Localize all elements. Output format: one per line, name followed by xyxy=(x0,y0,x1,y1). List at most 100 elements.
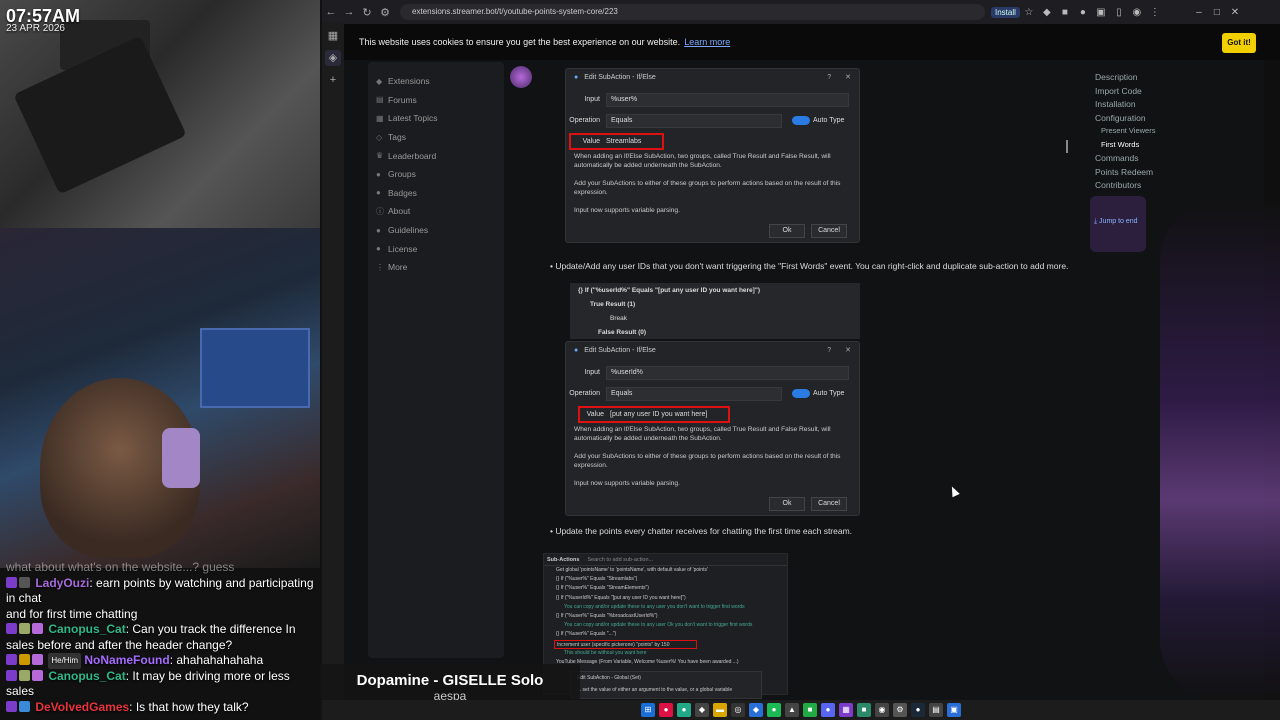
toc-item-import-code[interactable]: Import Code xyxy=(1066,86,1256,100)
sidebar-item-forums[interactable]: ▤ Forums xyxy=(376,91,504,110)
tree-false-result[interactable]: False Result (0) xyxy=(570,325,860,339)
chat-message: Canopus_Cat: Can you track the differenc… xyxy=(6,622,296,652)
sidebar-item-guidelines[interactable]: ● Guidelines xyxy=(376,221,504,240)
subaction-row[interactable]: YouTube Message (From Variable, Welcome … xyxy=(544,658,787,667)
subaction-comment[interactable]: This should be without you want here xyxy=(544,649,787,658)
tree-break[interactable]: Break xyxy=(570,311,860,325)
toc-item-commands[interactable]: Commands xyxy=(1066,153,1256,167)
subaction-row[interactable]: {} If ("%user%" Equals "...") xyxy=(544,630,787,639)
extension-icon[interactable]: ◆ xyxy=(1038,7,1056,18)
app-icon[interactable]: ■ xyxy=(857,703,871,717)
maximize-icon[interactable]: □ xyxy=(1208,7,1226,18)
forward-icon[interactable]: → xyxy=(340,6,358,18)
menu-icon[interactable]: ⋮ xyxy=(1146,7,1164,18)
close-icon[interactable]: ✕ xyxy=(845,346,851,354)
jump-to-end-button[interactable]: ⤓ Jump to end xyxy=(1090,196,1146,252)
cancel-button[interactable]: Cancel xyxy=(811,224,847,238)
extensions-puzzle-icon[interactable]: ▣ xyxy=(1092,7,1110,18)
app-icon[interactable]: ▦ xyxy=(839,703,853,717)
extension-icon[interactable]: ■ xyxy=(1056,7,1074,18)
help-icon[interactable]: ? xyxy=(827,347,831,354)
toc-item-description[interactable]: Description xyxy=(1066,72,1256,86)
chat-username: DeVolvedGames xyxy=(35,699,130,714)
spotify-icon[interactable]: ● xyxy=(767,703,781,717)
input-field[interactable]: %user% xyxy=(606,92,849,107)
toc-item-present-viewers[interactable]: Present Viewers xyxy=(1066,126,1256,140)
discord-icon[interactable]: ● xyxy=(821,703,835,717)
add-icon[interactable]: + xyxy=(325,72,341,88)
subaction-row[interactable]: {} If ("%user%" Equals "StreamElements") xyxy=(544,584,787,593)
sidebar-item-leaderboard[interactable]: ♛ Leaderboard xyxy=(376,146,504,165)
chrome-icon[interactable]: ● xyxy=(659,703,673,717)
value-field[interactable]: [put any user ID you want here] xyxy=(610,411,707,418)
close-icon[interactable]: ✕ xyxy=(1226,7,1244,18)
author-avatar[interactable] xyxy=(510,66,532,88)
chat-username: Canopus_Cat xyxy=(48,622,126,636)
toc-item-points-redeem[interactable]: Points Redeem xyxy=(1066,167,1256,181)
cancel-button[interactable]: Cancel xyxy=(811,497,847,511)
operation-select[interactable]: Equals xyxy=(606,113,782,128)
tab-icon[interactable]: ◈ xyxy=(325,50,341,66)
sidebar-item-license[interactable]: ● License xyxy=(376,239,504,258)
site-info-icon[interactable]: ⚙ xyxy=(376,6,394,19)
subaction-comment[interactable]: You can copy and/or update these to any … xyxy=(544,603,787,612)
tree-true-result[interactable]: True Result (1) xyxy=(570,297,860,311)
close-icon[interactable]: ✕ xyxy=(845,73,851,81)
ok-button[interactable]: Ok xyxy=(769,224,805,238)
app-icon[interactable]: ■ xyxy=(803,703,817,717)
extension-icon[interactable]: ● xyxy=(1074,7,1092,18)
sidebar-item-more[interactable]: ⋮ More xyxy=(376,258,504,277)
subaction-row[interactable]: {} If ("%userId%" Equals "[put any user … xyxy=(544,594,787,603)
reload-icon[interactable]: ↻ xyxy=(358,6,376,19)
folder-icon[interactable]: ▬ xyxy=(713,703,727,717)
subaction-row[interactable]: {} If ("%user%" Equals "%broadcastUserId… xyxy=(544,612,787,621)
streamerbot-icon[interactable]: ◆ xyxy=(749,703,763,717)
value-field[interactable]: Streamlabs xyxy=(606,138,641,145)
toc-item-contributors[interactable]: Contributors xyxy=(1066,180,1256,194)
subaction-row[interactable]: {} If ("%user%" Equals "Streamlabs") xyxy=(544,575,787,584)
badge-icon xyxy=(32,623,43,634)
toc-item-configuration[interactable]: Configuration xyxy=(1066,113,1256,127)
operation-select[interactable]: Equals xyxy=(606,386,782,401)
edge-icon[interactable]: ● xyxy=(677,703,691,717)
sidebar-icon[interactable]: ▯ xyxy=(1110,7,1128,18)
sub-badge-icon xyxy=(6,700,17,712)
shelf-decor xyxy=(200,328,310,408)
toc-item-first-words[interactable]: First Words xyxy=(1066,139,1256,153)
sidebar-item-about[interactable]: ⓘ About xyxy=(376,202,504,221)
sidebar-item-groups[interactable]: ● Groups xyxy=(376,165,504,184)
app-icon[interactable]: ◉ xyxy=(875,703,889,717)
app-icon[interactable]: ◆ xyxy=(695,703,709,717)
apps-icon[interactable]: ▦ xyxy=(325,28,341,44)
profile-icon[interactable]: ◉ xyxy=(1128,7,1146,18)
subaction-comment[interactable]: You can copy and/or update these to any … xyxy=(544,621,787,630)
ok-button[interactable]: Ok xyxy=(769,497,805,511)
auto-type-toggle[interactable] xyxy=(792,389,810,398)
auto-type-toggle[interactable] xyxy=(792,116,810,125)
chat-username: LadyOuzi xyxy=(35,575,90,590)
bookmark-star-icon[interactable]: ☆ xyxy=(1020,7,1038,18)
obs-icon[interactable]: ◎ xyxy=(731,703,745,717)
steam-icon[interactable]: ● xyxy=(911,703,925,717)
input-field[interactable]: %userId% xyxy=(606,365,849,380)
app-icon[interactable]: ▣ xyxy=(947,703,961,717)
settings-icon[interactable]: ⚙ xyxy=(893,703,907,717)
toc-item-installation[interactable]: Installation xyxy=(1066,99,1256,113)
install-button[interactable]: Install xyxy=(991,6,1020,18)
minimize-icon[interactable]: – xyxy=(1190,7,1208,18)
app-icon[interactable]: ▤ xyxy=(929,703,943,717)
subaction-row-highlighted[interactable]: Increment user (specific pickerone) "poi… xyxy=(554,639,697,649)
sidebar-item-latest-topics[interactable]: ▦ Latest Topics xyxy=(376,109,504,128)
address-bar[interactable]: extensions.streamer.bot/t/youtube-points… xyxy=(400,4,985,20)
app-icon[interactable]: ▲ xyxy=(785,703,799,717)
tree-if-row[interactable]: {} If ("%userId%" Equals "[put any user … xyxy=(570,283,860,297)
help-icon[interactable]: ? xyxy=(827,74,831,81)
subaction-row[interactable]: Get global 'pointsName' to 'pointsName',… xyxy=(544,566,787,575)
sidebar-item-extensions[interactable]: ◆ Extensions xyxy=(376,72,504,91)
start-icon[interactable]: ⊞ xyxy=(641,703,655,717)
learn-more-link[interactable]: Learn more xyxy=(684,37,730,47)
back-icon[interactable]: ← xyxy=(322,6,340,18)
sidebar-item-tags[interactable]: ◇ Tags xyxy=(376,128,504,147)
got-it-button[interactable]: Got it! xyxy=(1222,33,1256,53)
sidebar-item-badges[interactable]: ● Badges xyxy=(376,184,504,203)
